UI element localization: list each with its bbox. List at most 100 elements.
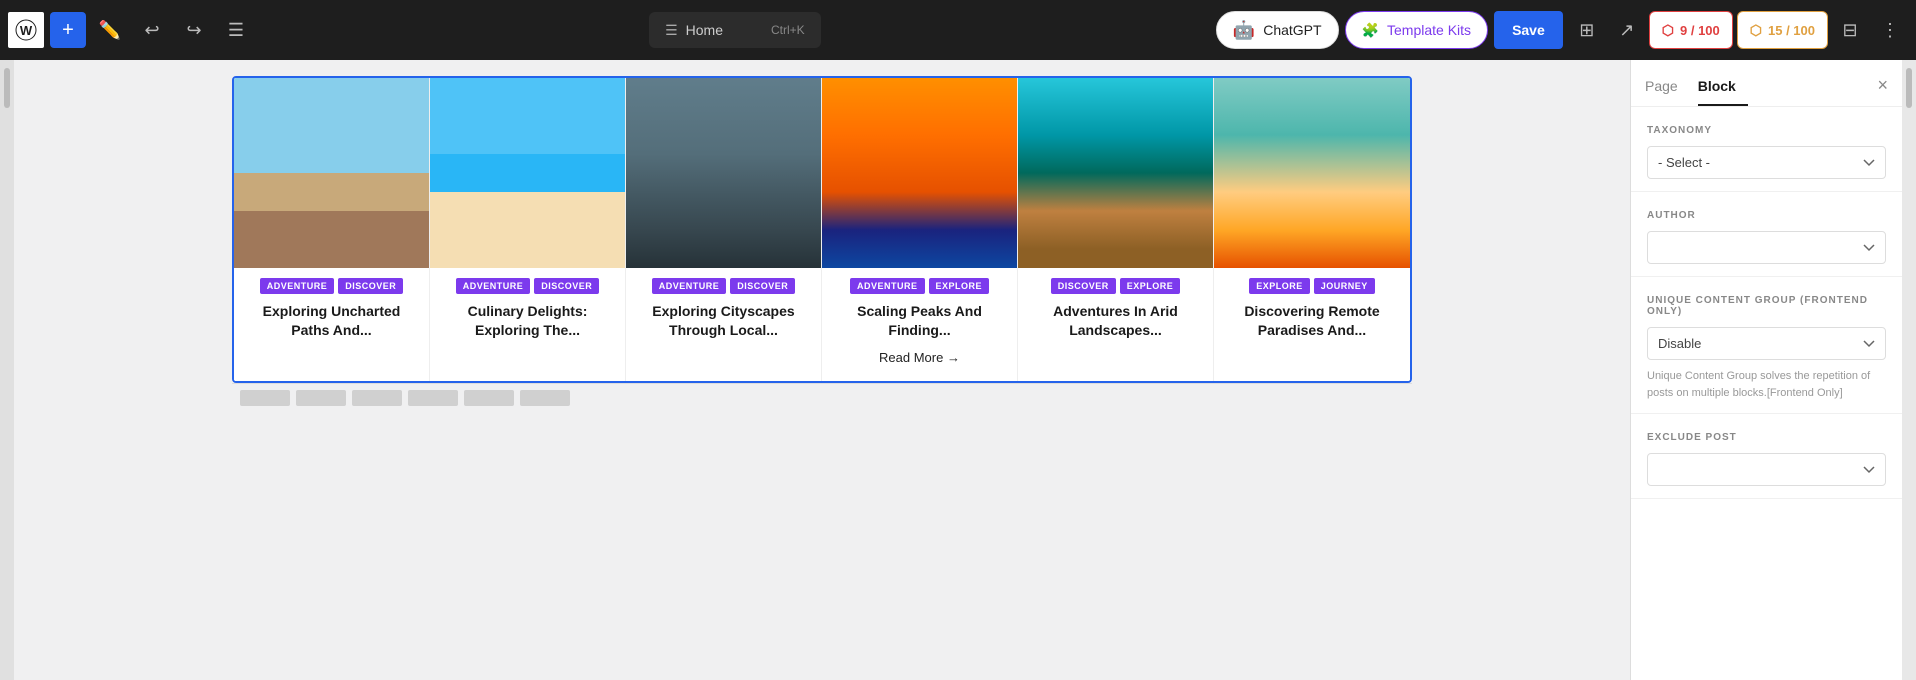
external-link-icon[interactable]: ↗ (1609, 12, 1645, 48)
taxonomy-label: TAXONOMY (1647, 125, 1886, 136)
tag-row: ADVENTUREDISCOVER (652, 278, 796, 294)
card-title: Adventures In Arid Landscapes... (1028, 302, 1203, 340)
unique-content-hint: Unique Content Group solves the repetiti… (1647, 368, 1886, 401)
tag-badge: DISCOVER (730, 278, 795, 294)
undo-button[interactable]: ↩ (134, 12, 170, 48)
author-label: AUTHOR (1647, 210, 1886, 221)
bottom-strip (232, 383, 1412, 413)
unique-content-section: UNIQUE CONTENT GROUP (FRONTEND ONLY) Dis… (1631, 277, 1902, 414)
menu-button[interactable]: ☰ (218, 12, 254, 48)
left-scrollbar[interactable] (0, 60, 14, 680)
card-item: EXPLOREJOURNEY Discovering Remote Paradi… (1214, 78, 1410, 381)
templatekits-icon: 🧩 (1362, 22, 1379, 39)
counter2-badge[interactable]: ⬡ 15 / 100 (1737, 11, 1828, 49)
tag-badge: DISCOVER (338, 278, 403, 294)
tag-badge: DISCOVER (1051, 278, 1116, 294)
counter1-label: 9 / 100 (1680, 23, 1720, 38)
chatgpt-label: ChatGPT (1263, 22, 1321, 38)
tag-badge: EXPLORE (929, 278, 990, 294)
tag-badge: ADVENTURE (456, 278, 531, 294)
author-section: AUTHOR (1631, 192, 1902, 277)
exclude-post-select[interactable] (1647, 453, 1886, 486)
right-icons: ⊞ ↗ ⬡ 9 / 100 ⬡ 15 / 100 ⊟ ⋮ (1569, 11, 1908, 49)
card-title: Exploring Uncharted Paths And... (244, 302, 419, 340)
editor-area: ADVENTUREDISCOVER Exploring Uncharted Pa… (14, 60, 1630, 680)
save-button[interactable]: Save (1494, 11, 1563, 49)
card-image (1214, 78, 1410, 268)
nav-label: Home (686, 22, 723, 38)
counter2-icon: ⬡ (1750, 22, 1762, 39)
tag-badge: EXPLORE (1120, 278, 1181, 294)
taxonomy-select[interactable]: - Select - (1647, 146, 1886, 179)
add-button[interactable]: + (50, 12, 86, 48)
right-edge-thumb (1906, 68, 1912, 108)
card-body: ADVENTUREDISCOVER Culinary Delights: Exp… (430, 268, 625, 381)
strip-block (464, 390, 514, 406)
svg-text:W: W (20, 23, 33, 38)
card-image (822, 78, 1017, 268)
panel-tabs: Page Block × (1631, 60, 1902, 107)
tag-row: EXPLOREJOURNEY (1249, 278, 1375, 294)
taxonomy-section: TAXONOMY - Select - (1631, 107, 1902, 192)
card-item: ADVENTUREDISCOVER Culinary Delights: Exp… (430, 78, 626, 381)
main-area: ADVENTUREDISCOVER Exploring Uncharted Pa… (0, 60, 1916, 680)
tag-row: ADVENTUREDISCOVER (456, 278, 600, 294)
card-body: EXPLOREJOURNEY Discovering Remote Paradi… (1214, 268, 1410, 381)
card-body: DISCOVEREXPLORE Adventures In Arid Lands… (1018, 268, 1213, 381)
wp-logo[interactable]: W (8, 12, 44, 48)
strip-block (296, 390, 346, 406)
card-item: ADVENTUREDISCOVER Exploring Cityscapes T… (626, 78, 822, 381)
strip-block (240, 390, 290, 406)
more-options[interactable]: ⋮ (1872, 12, 1908, 48)
counter1-badge[interactable]: ⬡ 9 / 100 (1649, 11, 1733, 49)
card-title: Exploring Cityscapes Through Local... (636, 302, 811, 340)
nav-search[interactable]: ☰ Home Ctrl+K (649, 12, 821, 48)
topbar: W + ✏️ ↩ ↪ ☰ ☰ Home Ctrl+K 🤖 ChatGPT 🧩 T… (0, 0, 1916, 60)
templatekits-label: Template Kits (1387, 22, 1471, 38)
tag-row: DISCOVEREXPLORE (1051, 278, 1181, 294)
tab-block[interactable]: Block (1698, 72, 1748, 106)
tag-badge: ADVENTURE (260, 278, 335, 294)
card-title: Scaling Peaks And Finding... (832, 302, 1007, 340)
strip-block (352, 390, 402, 406)
card-image (626, 78, 821, 268)
card-image (1018, 78, 1213, 268)
panel-close-button[interactable]: × (1877, 75, 1888, 104)
redo-button[interactable]: ↪ (176, 12, 212, 48)
sidebar-toggle[interactable]: ⊟ (1832, 12, 1868, 48)
templatekits-button[interactable]: 🧩 Template Kits (1345, 11, 1488, 49)
card-title: Culinary Delights: Exploring The... (440, 302, 615, 340)
card-body: ADVENTUREEXPLORE Scaling Peaks And Findi… (822, 268, 1017, 381)
page-icon: ☰ (665, 22, 678, 39)
read-more-link[interactable]: Read More → (832, 350, 1007, 373)
cards-grid: ADVENTUREDISCOVER Exploring Uncharted Pa… (234, 78, 1410, 381)
card-body: ADVENTUREDISCOVER Exploring Cityscapes T… (626, 268, 821, 381)
tag-badge: ADVENTURE (850, 278, 925, 294)
strip-block (408, 390, 458, 406)
tag-row: ADVENTUREDISCOVER (260, 278, 404, 294)
left-scrollbar-thumb (4, 68, 10, 108)
exclude-post-label: EXCLUDE POST (1647, 432, 1886, 443)
layout-icon[interactable]: ⊞ (1569, 12, 1605, 48)
tag-badge: JOURNEY (1314, 278, 1375, 294)
author-select[interactable] (1647, 231, 1886, 264)
unique-content-label: UNIQUE CONTENT GROUP (FRONTEND ONLY) (1647, 295, 1886, 317)
right-edge-scrollbar[interactable] (1902, 60, 1916, 680)
unique-content-select[interactable]: Disable Enable (1647, 327, 1886, 360)
card-item: ADVENTUREEXPLORE Scaling Peaks And Findi… (822, 78, 1018, 381)
card-item: ADVENTUREDISCOVER Exploring Uncharted Pa… (234, 78, 430, 381)
card-body: ADVENTUREDISCOVER Exploring Uncharted Pa… (234, 268, 429, 381)
nav-shortcut: Ctrl+K (771, 23, 805, 37)
tag-badge: DISCOVER (534, 278, 599, 294)
tab-page[interactable]: Page (1645, 72, 1690, 106)
tag-row: ADVENTUREEXPLORE (850, 278, 989, 294)
tag-badge: EXPLORE (1249, 278, 1310, 294)
chatgpt-icon: 🤖 (1233, 20, 1255, 41)
card-title: Discovering Remote Paradises And... (1224, 302, 1400, 340)
pencil-icon[interactable]: ✏️ (92, 12, 128, 48)
chatgpt-button[interactable]: 🤖 ChatGPT (1216, 11, 1339, 49)
card-image (430, 78, 625, 268)
tag-badge: ADVENTURE (652, 278, 727, 294)
counter2-label: 15 / 100 (1768, 23, 1815, 38)
exclude-post-section: EXCLUDE POST (1631, 414, 1902, 499)
